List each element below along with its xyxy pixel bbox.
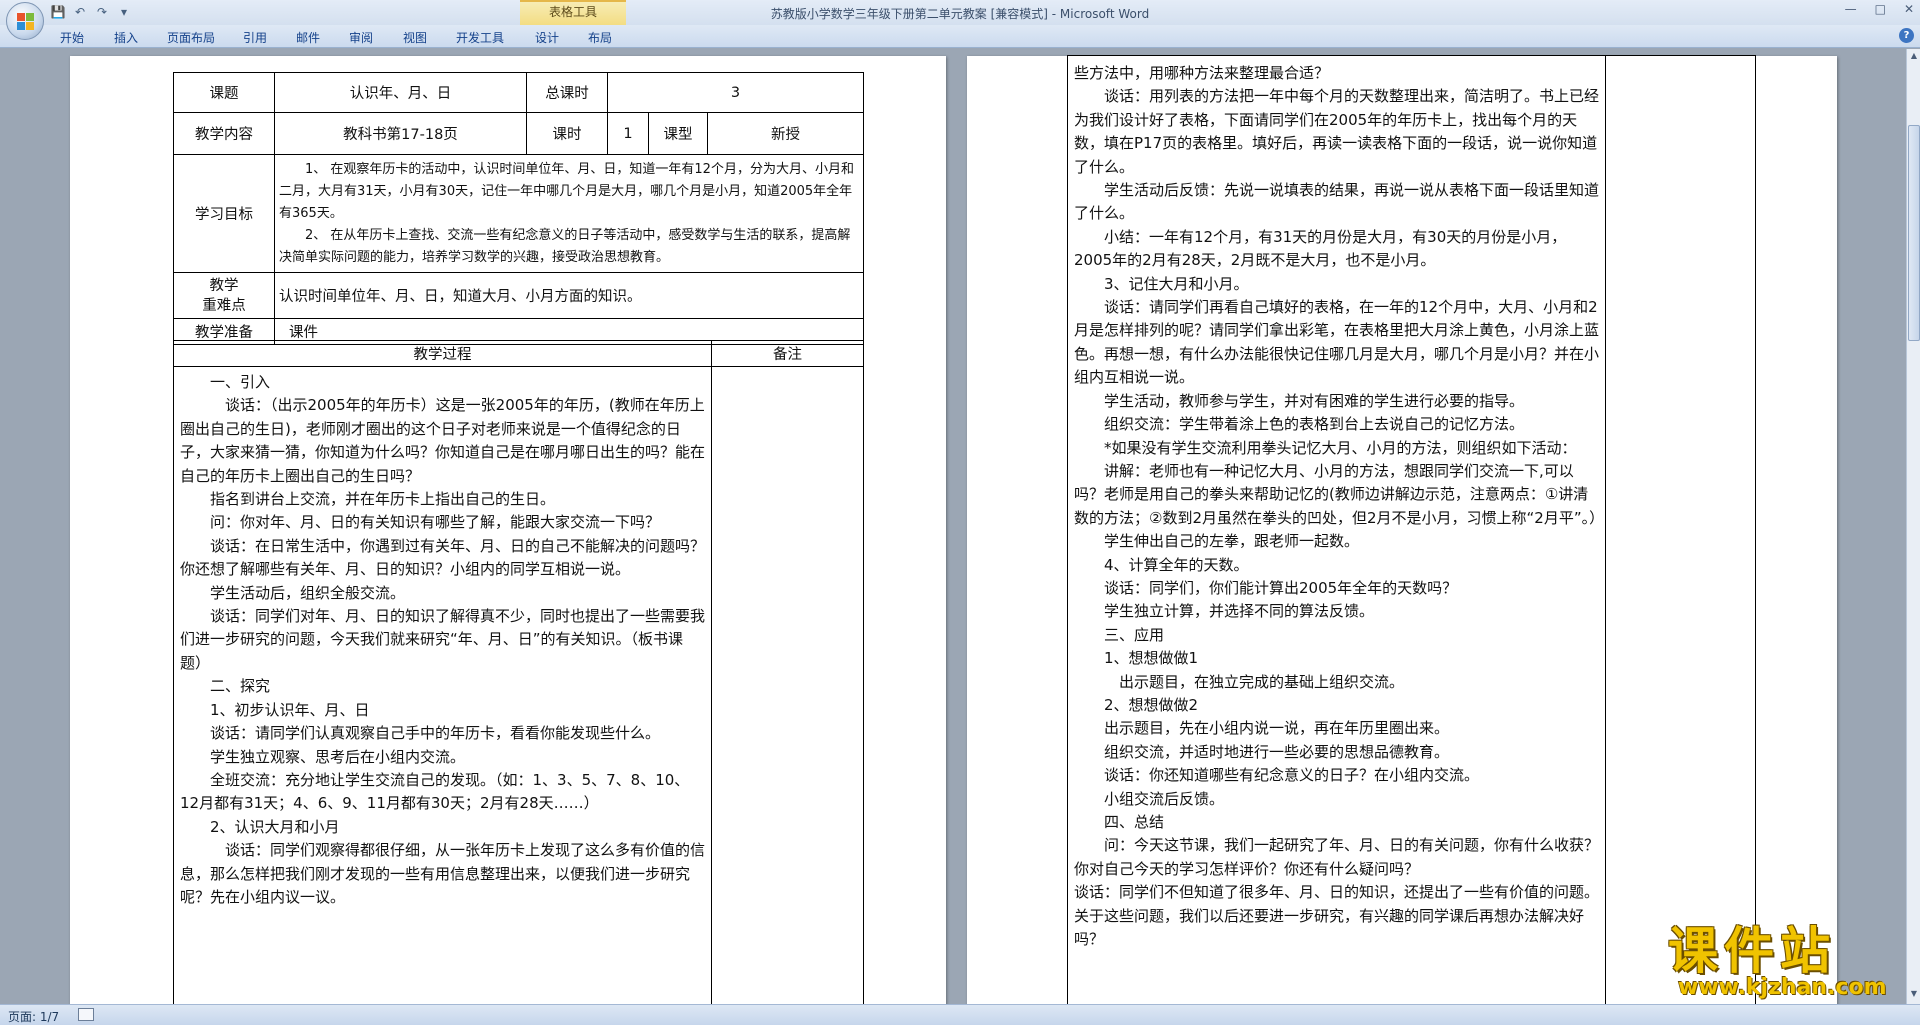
tab-home[interactable]: 开始 (60, 29, 84, 46)
process-paragraph: 谈话：在日常生活中，你遇到过有关年、月、日的自己不能解决的问题吗？你还想了解哪些… (180, 536, 706, 579)
process-paragraph: 问：今天这节课，我们一起研究了年、月、日的有关问题，你有什么收获？你对自己今天的… (1074, 836, 1600, 878)
content-label: 教学内容 (173, 112, 275, 155)
total-hours-label: 总课时 (526, 72, 608, 113)
office-button[interactable] (6, 2, 44, 40)
process-paragraph: 三、应用 (1104, 625, 1165, 644)
process-paragraph: 谈话：你还知道哪些有纪念意义的日子？在小组内交流。 (1104, 766, 1480, 785)
tab-developer[interactable]: 开发工具 (456, 29, 504, 46)
status-bar: 页面: 1/7 (0, 1004, 1920, 1025)
hours-value[interactable]: 1 (607, 112, 649, 155)
hours-label: 课时 (526, 112, 608, 155)
goals-cell[interactable]: 1、 在观察年历卡的活动中，认识时间单位年、月、日，知道一年有12个月，分为大月… (273, 154, 865, 273)
process-paragraph: 问：你对年、月、日的有关知识有哪些了解，能跟大家交流一下吗？ (210, 513, 661, 532)
tab-view[interactable]: 视图 (403, 29, 427, 46)
window-controls: — □ ✕ (1845, 2, 1914, 16)
process-paragraph: 小结：一年有12个月，有31天的月份是大月，有30天的月份是小月，2005年的2… (1074, 227, 1567, 270)
watermark-logo-text: 课件站 (1668, 922, 1836, 980)
process-paragraph: 全班交流：充分地让学生交流自己的发现。（如：1、3、5、7、8、10、12月都有… (180, 770, 690, 813)
process-paragraph: 二、探究 (210, 677, 271, 696)
notes-cell[interactable] (1605, 55, 1756, 1004)
title-bar: 💾 ↶ ↷ ▾ 表格工具 苏教版小学数学三年级下册第二单元教案 [兼容模式] -… (0, 0, 1920, 25)
watermark-url: www.kjzhan.com (1678, 975, 1887, 1000)
process-paragraph: 讲解：老师也有一种记忆大月、小月的方法，想跟同学们交流一下,可以吗？老师是用自己… (1074, 461, 1605, 527)
process-paragraph: 学生活动后，组织全般交流。 (210, 583, 406, 602)
process-paragraph: 指名到讲台上交流，并在年历卡上指出自己的生日。 (210, 490, 556, 509)
process-paragraph: 组织交流：学生带着涂上色的表格到台上去说自己的记忆方法。 (1104, 415, 1525, 434)
scrollbar-thumb[interactable] (1908, 125, 1920, 341)
document-page-2: 些方法中，用哪种方法来整理最合适？ 谈话：用列表的方法把一年中每个月的天数整理出… (967, 55, 1837, 1004)
process-paragraph: 谈话：请同学们认真观察自己手中的年历卡，看看你能发现些什么。 (210, 724, 661, 743)
vertical-scrollbar[interactable]: ▲ ▼ (1906, 49, 1920, 1004)
lesson-type-value[interactable]: 新授 (706, 112, 865, 155)
process-paragraph: 谈话：同学们不但知道了很多年、月、日的知识，还提出了一些有价值的问题。关于这些问… (1074, 883, 1600, 949)
process-paragraph: 2、认识大月和小月 (210, 817, 340, 836)
process-paragraph: 谈话：请同学们再看自己填好的表格，在一年的12个月中，大月、小月和2月是怎样排列… (1074, 298, 1600, 387)
document-area: 课题 认识年、月、日 总课时 3 教学内容 教科书第17-18页 课时 1 课型… (0, 49, 1906, 1004)
page-count[interactable]: 页面: 1/7 (8, 1008, 59, 1025)
process-paragraph: 四、总结 (1104, 813, 1165, 831)
goal-item: 2、 在从年历卡上查找、交流一些有纪念意义的日子等活动中，感受数学与生活的联系，… (279, 227, 851, 265)
process-paragraph: 出示题目，在独立完成的基础上组织交流。 (1119, 672, 1405, 691)
key-points-value[interactable]: 认识时间单位年、月、日，知道大月、小月方面的知识。 (273, 272, 865, 319)
process-paragraph: 学生伸出自己的左拳，跟老师一起数。 (1104, 532, 1360, 551)
process-paragraph: 1、初步认识年、月、日 (210, 700, 370, 719)
process-header: 教学过程 (173, 340, 712, 367)
scroll-down-icon[interactable]: ▼ (1909, 989, 1919, 1001)
process-paragraph: 小组交流后反馈。 (1104, 789, 1225, 808)
process-paragraph: 一、引入 (210, 373, 271, 391)
process-paragraph: 谈话：同学们观察得都很仔细，从一张年历卡上发现了这么多有价值的信息，那么怎样把我… (180, 841, 706, 906)
site-watermark: 课件站 www.kjzhan.com (1668, 923, 1900, 1003)
language-icon[interactable] (78, 1008, 94, 1021)
process-paragraph: 谈话：（出示2005年的年历卡）这是一张2005年的年历，(教师在年历上圈出自己… (180, 396, 706, 485)
process-paragraph: 谈话：同学们对年、月、日的知识了解得真不少，同时也提出了一些需要我们进一步研究的… (180, 607, 706, 672)
process-table-continued: 些方法中，用哪种方法来整理最合适？ 谈话：用列表的方法把一年中每个月的天数整理出… (1067, 55, 1756, 1004)
process-paragraph: 4、计算全年的天数。 (1104, 555, 1249, 574)
tab-references[interactable]: 引用 (243, 29, 267, 46)
goals-label: 学习目标 (173, 154, 275, 273)
window-title: 苏教版小学数学三年级下册第二单元教案 [兼容模式] - Microsoft Wo… (770, 7, 1150, 21)
process-paragraph: 些方法中，用哪种方法来整理最合适？ (1074, 64, 1330, 82)
process-paragraph: 1、想想做做1 (1104, 649, 1199, 668)
topic-label: 课题 (173, 72, 275, 113)
process-cell[interactable]: 一、引入 谈话：（出示2005年的年历卡）这是一张2005年的年历，(教师在年历… (173, 366, 712, 1004)
lesson-plan-table: 课题 认识年、月、日 总课时 3 教学内容 教科书第17-18页 课时 1 课型… (173, 72, 865, 345)
minimize-icon[interactable]: — (1845, 2, 1857, 16)
process-paragraph: 出示题目，先在小组内说一说，再在年历里圈出来。 (1104, 719, 1450, 738)
process-paragraph: 学生独立计算，并选择不同的算法反馈。 (1104, 602, 1375, 621)
content-value[interactable]: 教科书第17-18页 (274, 112, 527, 155)
close-icon[interactable]: ✕ (1904, 2, 1914, 16)
process-paragraph: 谈话：用列表的方法把一年中每个月的天数整理出来，简洁明了。书上已经为我们设计好了… (1074, 87, 1600, 176)
process-paragraph: 2、想想做做2 (1104, 695, 1199, 714)
help-icon[interactable]: ? (1899, 28, 1914, 43)
process-cell[interactable]: 些方法中，用哪种方法来整理最合适？ 谈话：用列表的方法把一年中每个月的天数整理出… (1067, 55, 1606, 1004)
scroll-up-icon[interactable]: ▲ (1909, 51, 1919, 63)
process-paragraph: *如果没有学生交流利用拳头记忆大月、小月的方法，则组织如下活动： (1104, 438, 1577, 457)
maximize-icon[interactable]: □ (1875, 2, 1886, 16)
tab-page-layout[interactable]: 页面布局 (167, 29, 215, 46)
tab-table-layout[interactable]: 布局 (588, 29, 612, 46)
notes-header: 备注 (711, 340, 864, 367)
process-paragraph: 谈话：同学们，你们能计算出2005年全年的天数吗？ (1104, 578, 1458, 597)
process-paragraph: 学生活动后反馈：先说一说填表的结果，再说一说从表格下面一段话里知道了什么。 (1074, 181, 1600, 223)
tab-review[interactable]: 审阅 (349, 29, 373, 46)
notes-cell[interactable] (711, 366, 864, 1004)
process-paragraph: 组织交流，并适时地进行一些必要的思想品德教育。 (1104, 742, 1450, 761)
tab-insert[interactable]: 插入 (114, 29, 138, 46)
document-page-1: 课题 认识年、月、日 总课时 3 教学内容 教科书第17-18页 课时 1 课型… (70, 56, 946, 1004)
ribbon-tab-bar: 开始 插入 页面布局 引用 邮件 审阅 视图 开发工具 设计 布局 ? (0, 25, 1920, 48)
office-logo-icon (17, 13, 35, 31)
total-hours-value[interactable]: 3 (606, 72, 865, 113)
key-points-label: 教学 重难点 (173, 272, 275, 319)
process-paragraph: 学生活动，教师参与学生，并对有困难的学生进行必要的指导。 (1104, 391, 1525, 410)
topic-value[interactable]: 认识年、月、日 (274, 72, 527, 113)
process-paragraph: 3、记住大月和小月。 (1104, 274, 1249, 293)
lesson-type-label: 课型 (648, 112, 708, 155)
process-table: 教学过程 备注 一、引入 谈话：（出示2005年的年历卡）这是一张2005年的年… (173, 340, 864, 1004)
goal-item: 1、 在观察年历卡的活动中，认识时间单位年、月、日，知道一年有12个月，分为大月… (279, 161, 854, 221)
tab-mailings[interactable]: 邮件 (296, 29, 320, 46)
process-paragraph: 学生独立观察、思考后在小组内交流。 (210, 747, 466, 766)
tab-table-design[interactable]: 设计 (535, 29, 559, 46)
